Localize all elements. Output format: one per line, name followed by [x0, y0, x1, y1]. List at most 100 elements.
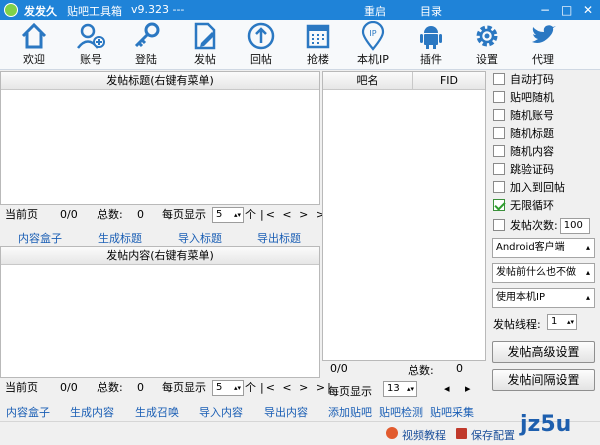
content-pager-current: 0/0	[60, 381, 78, 394]
title-list-panel[interactable]: 发帖标题(右键有菜单)	[0, 71, 320, 205]
content-list-header: 发帖内容(右键有菜单)	[1, 247, 319, 265]
menu-restart[interactable]: 重启	[364, 3, 386, 19]
tool-plugin-label: 插件	[420, 53, 442, 66]
post-count-label: 发帖次数:	[510, 219, 558, 232]
content-list-panel[interactable]: 发帖内容(右键有菜单)	[0, 246, 320, 378]
thread-count-spinner[interactable]: 1 ▴▾	[547, 314, 577, 330]
close-button[interactable]: ✕	[583, 3, 593, 17]
tool-settings[interactable]: 设置	[457, 20, 517, 70]
content-pager-nav[interactable]: |< < > >|	[260, 378, 333, 398]
thread-count-value: 1	[551, 316, 558, 327]
option-skip-captcha-checkbox[interactable]	[493, 163, 505, 175]
content-pager-unit: 个	[245, 381, 256, 394]
generate-title-link[interactable]: 生成标题	[98, 230, 142, 246]
option-random-account-checkbox[interactable]	[493, 109, 505, 121]
option-add-to-reply-label: 加入到回帖	[510, 181, 565, 194]
maximize-button[interactable]: □	[561, 3, 572, 17]
add-bar-link[interactable]: 添加贴吧	[328, 404, 372, 420]
option-random-bar-checkbox[interactable]	[493, 91, 505, 103]
tool-post[interactable]: 发帖	[175, 20, 235, 70]
tool-account[interactable]: 账号	[61, 20, 121, 70]
tool-local-ip[interactable]: IP 本机IP	[343, 20, 403, 70]
bar-per-page-spinner[interactable]: 13 ▴▾	[383, 381, 417, 397]
export-content-link[interactable]: 导出内容	[264, 404, 308, 420]
title-list-header: 发帖标题(右键有菜单)	[1, 72, 319, 90]
generate-summon-link[interactable]: 生成召唤	[135, 404, 179, 420]
import-title-link[interactable]: 导入标题	[178, 230, 222, 246]
content-pager-current-label: 当前页	[5, 381, 38, 394]
svg-text:IP: IP	[369, 29, 376, 38]
option-random-bar-label: 贴吧随机	[510, 91, 554, 104]
content-pager-total: 0	[137, 381, 144, 394]
option-infinite-loop[interactable]: 无限循环	[493, 197, 554, 215]
option-random-bar[interactable]: 贴吧随机	[493, 89, 554, 107]
title-pager-per-page-label: 每页显示	[162, 208, 206, 221]
title-content-box-link[interactable]: 内容盒子	[18, 230, 62, 246]
bar-count: 0/0	[330, 362, 348, 375]
pre-post-action-select[interactable]: 发帖前什么也不做 ▴	[492, 263, 595, 283]
option-auto-captcha[interactable]: 自动打码	[493, 71, 554, 89]
tool-grab-floor[interactable]: 抢楼	[288, 20, 348, 70]
bar-links: 添加贴吧 贴吧检测 贴吧采集	[322, 400, 486, 420]
option-random-content-checkbox[interactable]	[493, 145, 505, 157]
title-pager-unit: 个	[245, 208, 256, 221]
client-select[interactable]: Android客户端 ▴	[492, 238, 595, 258]
option-skip-captcha[interactable]: 跳验证码	[493, 161, 554, 179]
title-pager-current-label: 当前页	[5, 208, 38, 221]
advanced-post-settings-button[interactable]: 发帖高级设置	[492, 341, 595, 363]
option-random-content[interactable]: 随机内容	[493, 143, 554, 161]
tool-plugin[interactable]: 插件	[401, 20, 461, 70]
option-random-title[interactable]: 随机标题	[493, 125, 554, 143]
bar-list-panel[interactable]: 吧名 FID	[322, 71, 486, 361]
fid-column[interactable]: FID	[413, 72, 485, 90]
save-config-link[interactable]: 保存配置	[471, 427, 515, 443]
ip-mode-value: 使用本机IP	[496, 292, 545, 303]
generate-content-link[interactable]: 生成内容	[70, 404, 114, 420]
option-auto-captcha-label: 自动打码	[510, 73, 554, 86]
option-random-account[interactable]: 随机账号	[493, 107, 554, 125]
post-interval-settings-button[interactable]: 发帖间隔设置	[492, 369, 595, 391]
pre-post-action-value: 发帖前什么也不做	[496, 267, 576, 278]
tool-proxy[interactable]: 代理	[513, 20, 573, 70]
key-icon	[134, 22, 160, 48]
option-random-title-checkbox[interactable]	[493, 127, 505, 139]
bar-pager-nav[interactable]: ◂ ▸	[444, 382, 477, 395]
title-per-page-spinner[interactable]: 5 ▴▾	[212, 207, 244, 223]
export-title-link[interactable]: 导出标题	[257, 230, 301, 246]
post-count-input[interactable]: 100	[559, 218, 590, 234]
tool-reply[interactable]: 回帖	[231, 20, 291, 70]
content-per-page-value: 5	[216, 382, 223, 393]
minimize-button[interactable]: −	[540, 3, 550, 17]
post-count-checkbox[interactable]	[493, 219, 505, 231]
option-random-content-label: 随机内容	[510, 145, 554, 158]
ip-mode-select[interactable]: 使用本机IP ▴	[492, 288, 595, 308]
check-bar-link[interactable]: 贴吧检测	[379, 404, 423, 420]
client-select-arrow-icon: ▴	[585, 243, 590, 252]
option-skip-captcha-label: 跳验证码	[510, 163, 554, 176]
bar-per-page-value: 13	[387, 383, 400, 394]
bar-name-column[interactable]: 吧名	[323, 72, 413, 90]
video-tutorial-link[interactable]: 视频教程	[402, 427, 446, 443]
option-add-to-reply[interactable]: 加入到回帖	[493, 179, 565, 197]
post-count-option[interactable]: 发帖次数: 100	[493, 217, 590, 235]
ip-mode-arrow-icon: ▴	[585, 293, 590, 302]
content-pager: 当前页 0/0 总数: 0 每页显示 5 ▴▾ 个 |< < > >|	[5, 378, 331, 398]
content-box-link[interactable]: 内容盒子	[6, 404, 50, 420]
tool-login-label: 登陆	[135, 53, 157, 66]
option-infinite-loop-checkbox[interactable]	[493, 199, 505, 211]
add-user-icon	[77, 23, 105, 49]
tool-login[interactable]: 登陆	[116, 20, 176, 70]
import-content-link[interactable]: 导入内容	[199, 404, 243, 420]
app-version: v9.323 ---	[131, 3, 185, 16]
option-add-to-reply-checkbox[interactable]	[493, 181, 505, 193]
home-icon	[21, 22, 47, 49]
collect-bar-link[interactable]: 贴吧采集	[430, 404, 474, 420]
option-auto-captcha-checkbox[interactable]	[493, 73, 505, 85]
app-title: 发发久	[24, 5, 57, 18]
menu-directory[interactable]: 目录	[420, 3, 442, 19]
content-per-page-spinner[interactable]: 5 ▴▾	[212, 380, 244, 396]
tool-welcome[interactable]: 欢迎	[4, 20, 64, 70]
client-select-value: Android客户端	[496, 242, 565, 253]
title-pager: 当前页 0/0 总数: 0 每页显示 5 ▴▾ 个 |< < > >|	[5, 205, 331, 225]
title-links: 内容盒子 生成标题 导入标题 导出标题	[0, 226, 320, 246]
